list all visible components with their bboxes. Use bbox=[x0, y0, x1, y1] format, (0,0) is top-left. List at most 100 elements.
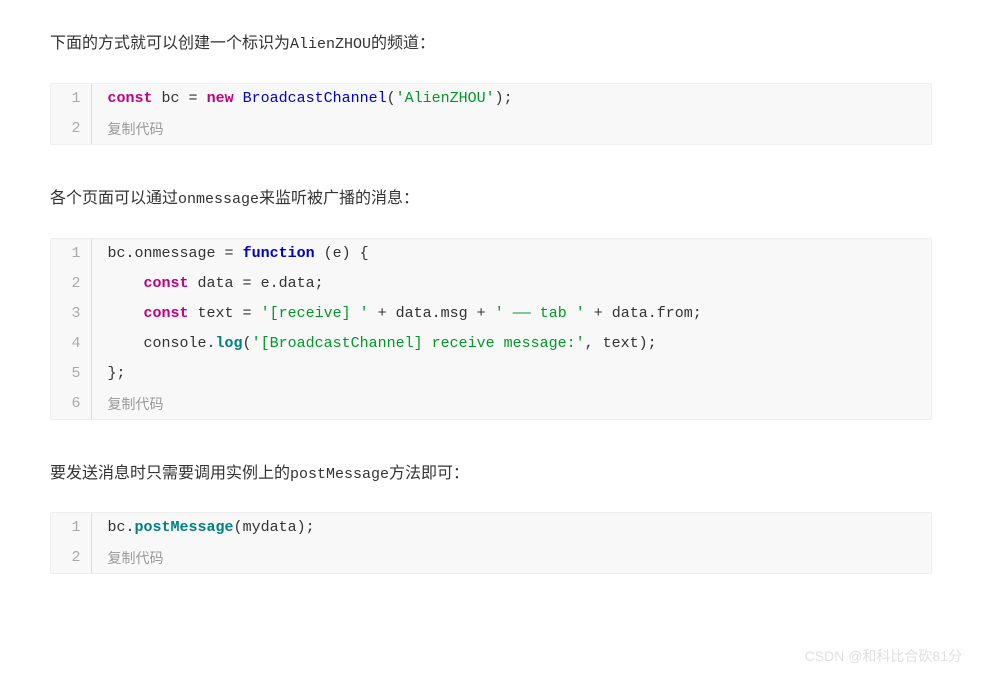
line-number: 2 bbox=[51, 269, 91, 299]
para1-post: 的频道： bbox=[371, 35, 435, 52]
code-table-2: 1bc.onmessage = function (e) {2 const da… bbox=[51, 239, 931, 419]
code-token: ( bbox=[243, 335, 252, 352]
line-number: 2 bbox=[51, 543, 91, 573]
code-token bbox=[108, 305, 144, 322]
code-table-1: 1const bc = new BroadcastChannel('AlienZ… bbox=[51, 84, 931, 144]
code-tbody-3: 1bc.postMessage(mydata);2复制代码 bbox=[51, 513, 931, 573]
code-content[interactable]: bc.onmessage = function (e) { bbox=[91, 239, 931, 269]
code-token: e bbox=[333, 245, 342, 262]
code-token: + bbox=[594, 305, 603, 322]
line-number: 4 bbox=[51, 329, 91, 359]
paragraph-1: 下面的方式就可以创建一个标识为AlienZHOU的频道： bbox=[50, 30, 932, 59]
code-token: = bbox=[225, 245, 234, 262]
code-token: '[BroadcastChannel] receive message:' bbox=[252, 335, 585, 352]
code-token: console. bbox=[108, 335, 216, 352]
code-block-3: 1bc.postMessage(mydata);2复制代码 bbox=[50, 512, 932, 574]
code-row: 1bc.onmessage = function (e) { bbox=[51, 239, 931, 269]
code-token: const bbox=[144, 305, 189, 322]
code-row: 1const bc = new BroadcastChannel('AlienZ… bbox=[51, 84, 931, 114]
code-token: data.from; bbox=[603, 305, 702, 322]
copy-row: 2复制代码 bbox=[51, 543, 931, 573]
para2-post: 来监听被广播的消息： bbox=[259, 190, 419, 207]
code-token: const bbox=[108, 90, 153, 107]
para2-pre: 各个页面可以通过 bbox=[50, 190, 178, 207]
code-token: e.data; bbox=[252, 275, 324, 292]
code-token bbox=[486, 305, 495, 322]
code-token bbox=[315, 245, 324, 262]
code-token: text bbox=[189, 305, 243, 322]
code-token: ( bbox=[234, 519, 243, 536]
code-token: new bbox=[207, 90, 234, 107]
code-token: '[receive] ' bbox=[261, 305, 369, 322]
copy-code-button[interactable]: 复制代码 bbox=[91, 543, 931, 573]
line-number: 3 bbox=[51, 299, 91, 329]
code-token: log bbox=[216, 335, 243, 352]
code-row: 1bc.postMessage(mydata); bbox=[51, 513, 931, 543]
line-number: 1 bbox=[51, 513, 91, 543]
code-content[interactable]: const bc = new BroadcastChannel('AlienZH… bbox=[91, 84, 931, 114]
code-block-2: 1bc.onmessage = function (e) {2 const da… bbox=[50, 238, 932, 420]
code-token: bc. bbox=[108, 519, 135, 536]
para2-inline-code: onmessage bbox=[178, 191, 259, 208]
code-block-1: 1const bc = new BroadcastChannel('AlienZ… bbox=[50, 83, 932, 145]
code-token: 'AlienZHOU' bbox=[396, 90, 495, 107]
code-tbody-1: 1const bc = new BroadcastChannel('AlienZ… bbox=[51, 84, 931, 144]
code-content[interactable]: const data = e.data; bbox=[91, 269, 931, 299]
code-token: data.msg bbox=[387, 305, 477, 322]
code-token: BroadcastChannel bbox=[243, 90, 387, 107]
code-token: = bbox=[243, 275, 252, 292]
code-token: = bbox=[243, 305, 252, 322]
code-token: data bbox=[189, 275, 243, 292]
code-token bbox=[351, 245, 360, 262]
para3-pre: 要发送消息时只需要调用实例上的 bbox=[50, 465, 290, 482]
code-token bbox=[369, 305, 378, 322]
code-token bbox=[234, 90, 243, 107]
code-token: const bbox=[144, 275, 189, 292]
code-content[interactable]: bc.postMessage(mydata); bbox=[91, 513, 931, 543]
copy-row: 2复制代码 bbox=[51, 114, 931, 144]
code-token: = bbox=[189, 90, 198, 107]
code-table-3: 1bc.postMessage(mydata);2复制代码 bbox=[51, 513, 931, 573]
code-row: 4 console.log('[BroadcastChannel] receiv… bbox=[51, 329, 931, 359]
code-token: bc.onmessage bbox=[108, 245, 225, 262]
code-token: ( bbox=[387, 90, 396, 107]
code-token: + bbox=[477, 305, 486, 322]
line-number: 1 bbox=[51, 84, 91, 114]
line-number: 6 bbox=[51, 389, 91, 419]
copy-code-button[interactable]: 复制代码 bbox=[91, 389, 931, 419]
code-token bbox=[198, 90, 207, 107]
code-token: ( bbox=[324, 245, 333, 262]
para3-inline-code: postMessage bbox=[290, 466, 389, 483]
para1-inline-code: AlienZHOU bbox=[290, 36, 371, 53]
code-token: ); bbox=[495, 90, 513, 107]
code-row: 5}; bbox=[51, 359, 931, 389]
code-token: bc bbox=[153, 90, 189, 107]
code-token bbox=[234, 245, 243, 262]
code-token: mydata bbox=[243, 519, 297, 536]
code-token: text bbox=[594, 335, 639, 352]
code-token: { bbox=[360, 245, 369, 262]
code-content[interactable]: const text = '[receive] ' + data.msg + '… bbox=[91, 299, 931, 329]
line-number: 1 bbox=[51, 239, 91, 269]
paragraph-2: 各个页面可以通过onmessage来监听被广播的消息： bbox=[50, 185, 932, 214]
copy-code-button[interactable]: 复制代码 bbox=[91, 114, 931, 144]
paragraph-3: 要发送消息时只需要调用实例上的postMessage方法即可： bbox=[50, 460, 932, 489]
line-number: 5 bbox=[51, 359, 91, 389]
code-token bbox=[252, 305, 261, 322]
copy-row: 6复制代码 bbox=[51, 389, 931, 419]
code-token: ); bbox=[297, 519, 315, 536]
code-content[interactable]: }; bbox=[91, 359, 931, 389]
code-token: postMessage bbox=[135, 519, 234, 536]
code-token: ); bbox=[639, 335, 657, 352]
code-token: ) bbox=[342, 245, 351, 262]
code-token bbox=[585, 305, 594, 322]
code-row: 2 const data = e.data; bbox=[51, 269, 931, 299]
para1-pre: 下面的方式就可以创建一个标识为 bbox=[50, 35, 290, 52]
code-content[interactable]: console.log('[BroadcastChannel] receive … bbox=[91, 329, 931, 359]
watermark: CSDN @和科比合砍81分 bbox=[805, 644, 962, 669]
code-row: 3 const text = '[receive] ' + data.msg +… bbox=[51, 299, 931, 329]
code-token: }; bbox=[108, 365, 126, 382]
code-token: , bbox=[585, 335, 594, 352]
code-tbody-2: 1bc.onmessage = function (e) {2 const da… bbox=[51, 239, 931, 419]
code-token: + bbox=[378, 305, 387, 322]
